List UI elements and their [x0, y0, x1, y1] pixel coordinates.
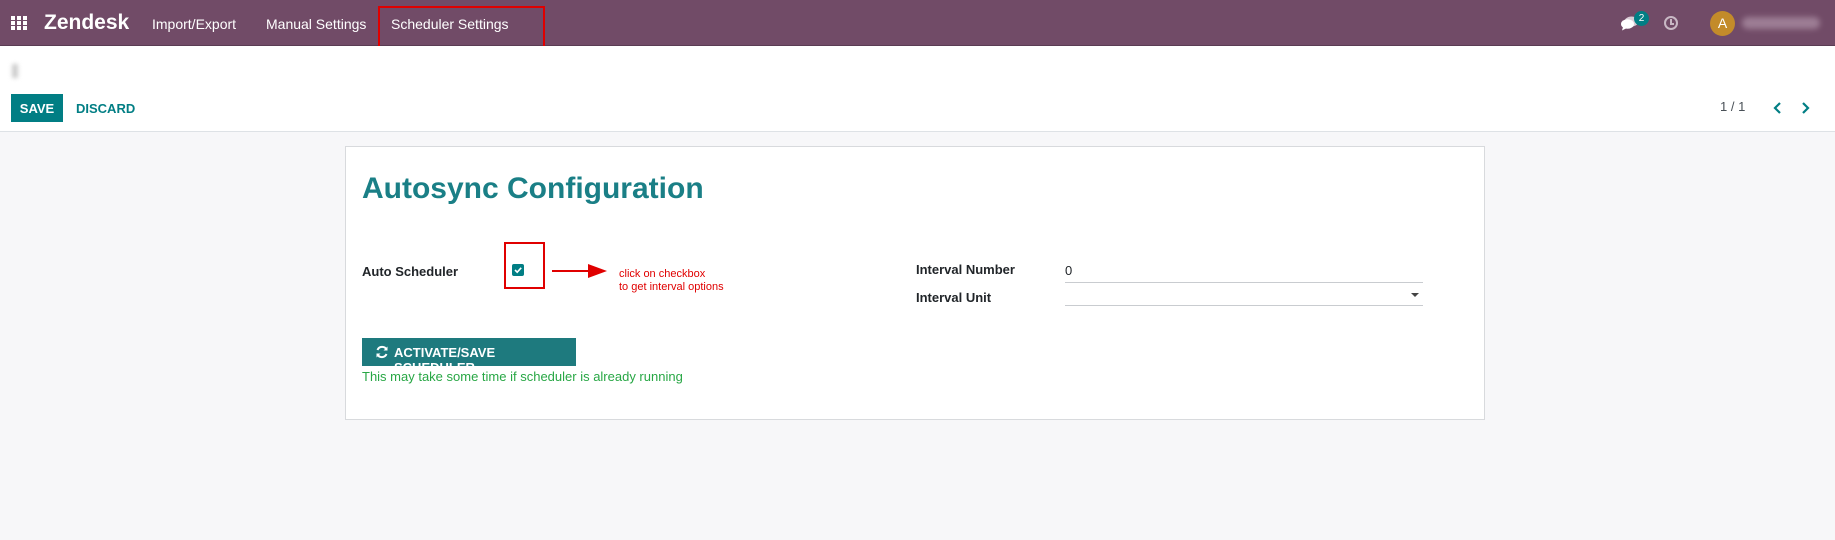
apps-grid-icon[interactable] — [11, 16, 27, 30]
auto-scheduler-label: Auto Scheduler — [362, 264, 459, 279]
app-brand[interactable]: Zendesk — [44, 11, 129, 35]
save-button[interactable]: SAVE — [11, 94, 63, 122]
interval-number-input[interactable] — [1065, 259, 1423, 283]
check-icon — [514, 267, 522, 274]
annotation-line-1: click on checkbox — [619, 268, 706, 280]
sync-icon — [376, 345, 388, 359]
chevron-right-icon[interactable] — [1795, 98, 1815, 118]
interval-unit-label: Interval Unit — [916, 290, 992, 305]
annotation-line-2: to get interval options — [619, 281, 724, 293]
scheduler-help-text: This may take some time if scheduler is … — [362, 369, 683, 384]
clock-icon[interactable] — [1664, 16, 1678, 30]
annotation-note: click on checkbox to get interval option… — [619, 268, 724, 294]
chevron-left-icon[interactable] — [1768, 98, 1788, 118]
interval-unit-select[interactable] — [1065, 283, 1423, 306]
activate-save-scheduler-button[interactable]: ACTIVATE/SAVE SCHEDULER — [362, 338, 576, 375]
control-panel: SAVE DISCARD 1 / 1 — [0, 46, 1835, 132]
menu-item-import-export[interactable]: Import/Export — [152, 16, 236, 32]
discard-button[interactable]: DISCARD — [70, 94, 141, 122]
menu-item-manual-settings[interactable]: Manual Settings — [266, 16, 366, 32]
auto-scheduler-checkbox[interactable] — [512, 264, 524, 276]
chat-count-badge: 2 — [1634, 11, 1649, 26]
pager-value: 1 / 1 — [1720, 99, 1746, 114]
interval-number-label: Interval Number — [916, 262, 1015, 277]
form-sheet: Autosync Configuration Auto Scheduler cl… — [345, 146, 1485, 420]
caret-down-icon — [1411, 293, 1419, 297]
top-navbar: Zendesk Import/Export Manual Settings Sc… — [0, 0, 1835, 46]
menu-item-scheduler-settings[interactable]: Scheduler Settings — [391, 16, 509, 32]
user-name-blurred[interactable] — [1742, 17, 1820, 29]
page-title: Autosync Configuration — [362, 172, 704, 205]
avatar[interactable]: A — [1710, 11, 1735, 36]
annotation-arrow-icon — [552, 264, 607, 278]
highlight-box-checkbox — [504, 242, 545, 289]
breadcrumb — [12, 64, 18, 78]
